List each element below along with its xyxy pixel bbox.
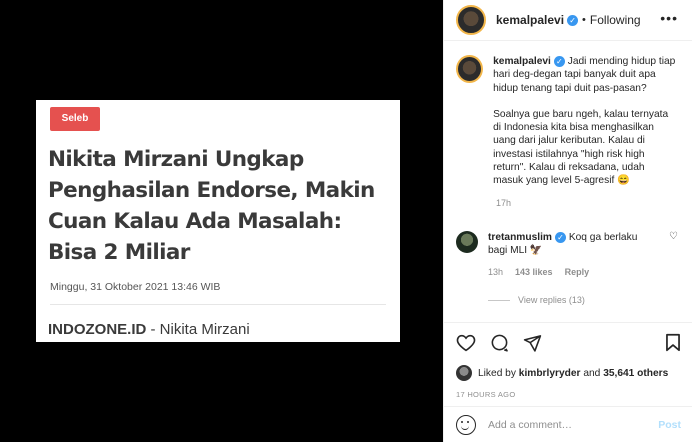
heart-icon[interactable]	[456, 334, 476, 352]
header-username[interactable]: kemalpalevi	[496, 13, 564, 27]
post-age: 17 HOURS AGO	[456, 390, 516, 399]
likes-count[interactable]: 35,641 others	[603, 368, 668, 379]
post-button[interactable]: Post	[658, 419, 681, 431]
action-bar: Liked by kimbrlyryder and 35,641 others …	[444, 322, 692, 442]
replies-line	[488, 299, 510, 301]
caption: kemalpalevi ✓ Jadi mending hidup tiap har…	[444, 41, 692, 223]
comment-username[interactable]: tretanmuslim	[488, 232, 552, 243]
following-button[interactable]: Following	[590, 13, 641, 27]
more-options-icon[interactable]: •••	[660, 10, 678, 26]
article-headline: Nikita Mirzani Ungkap Penghasilan Endors…	[48, 147, 375, 265]
separator-dot: •	[582, 14, 586, 26]
likes-summary: Liked by kimbrlyryder and 35,641 others	[456, 365, 681, 381]
post-header: kemalpalevi ✓ • Following •••	[444, 0, 692, 41]
liked-by-prefix: Liked by	[478, 367, 519, 379]
liker-username[interactable]: kimbrlyryder	[519, 368, 581, 379]
source-rest: - Nikita Mirzani	[146, 321, 250, 338]
reply-button[interactable]: Reply	[565, 267, 590, 277]
comment-likes[interactable]: 143 likes	[515, 267, 553, 277]
comment-avatar[interactable]	[456, 231, 478, 253]
category-tag: Seleb	[50, 107, 100, 131]
source-brand: INDOZONE.ID	[48, 321, 147, 338]
comment-like-icon[interactable]: ♡	[669, 231, 678, 242]
verified-icon: ✓	[553, 55, 565, 67]
comment-icon[interactable]	[490, 333, 509, 352]
avatar[interactable]	[456, 5, 486, 35]
bookmark-icon[interactable]	[665, 333, 681, 352]
verified-icon: ✓	[554, 231, 566, 243]
comment: tretanmuslim ✓ Koq ga berlaku bagi MLI 🦅 …	[444, 223, 692, 257]
caption-body: Soalnya gue baru ngeh, kalau ternyata di…	[493, 108, 669, 187]
emoji-icon[interactable]	[456, 415, 476, 435]
article-source: INDOZONE.ID - Nikita Mirzani	[48, 321, 250, 338]
article-date: Minggu, 31 Oktober 2021 13:46 WIB	[50, 281, 221, 293]
caption-avatar[interactable]	[456, 55, 484, 83]
caption-text: kemalpalevi ✓ Jadi mending hidup tiap har…	[493, 55, 676, 188]
divider	[50, 304, 386, 305]
comment-meta: 13h 143 likes Reply	[488, 267, 692, 277]
comment-time: 13h	[488, 267, 504, 277]
caption-time: 17h	[496, 197, 512, 208]
caption-username[interactable]: kemalpalevi	[493, 56, 551, 67]
comment-block: tretanmuslim ✓ Koq ga berlaku bagi MLI 🦅 …	[444, 223, 692, 305]
post-panel: kemalpalevi ✓ • Following ••• kemalpalev…	[443, 0, 692, 442]
article-card: Seleb Nikita Mirzani Ungkap Penghasilan …	[36, 100, 400, 342]
likes-and: and	[580, 367, 604, 379]
comment-text: tretanmuslim ✓ Koq ga berlaku bagi MLI 🦅	[488, 231, 648, 257]
liker-avatar[interactable]	[456, 365, 472, 381]
share-icon[interactable]	[523, 334, 542, 352]
verified-icon: ✓	[567, 14, 579, 26]
post-media[interactable]: Seleb Nikita Mirzani Ungkap Penghasilan …	[0, 0, 443, 442]
comment-input[interactable]: Add a comment…	[488, 419, 658, 431]
add-comment-bar: Add a comment… Post	[444, 406, 692, 442]
view-replies-label[interactable]: View replies (13)	[518, 295, 585, 305]
view-replies[interactable]: View replies (13)	[488, 295, 692, 305]
